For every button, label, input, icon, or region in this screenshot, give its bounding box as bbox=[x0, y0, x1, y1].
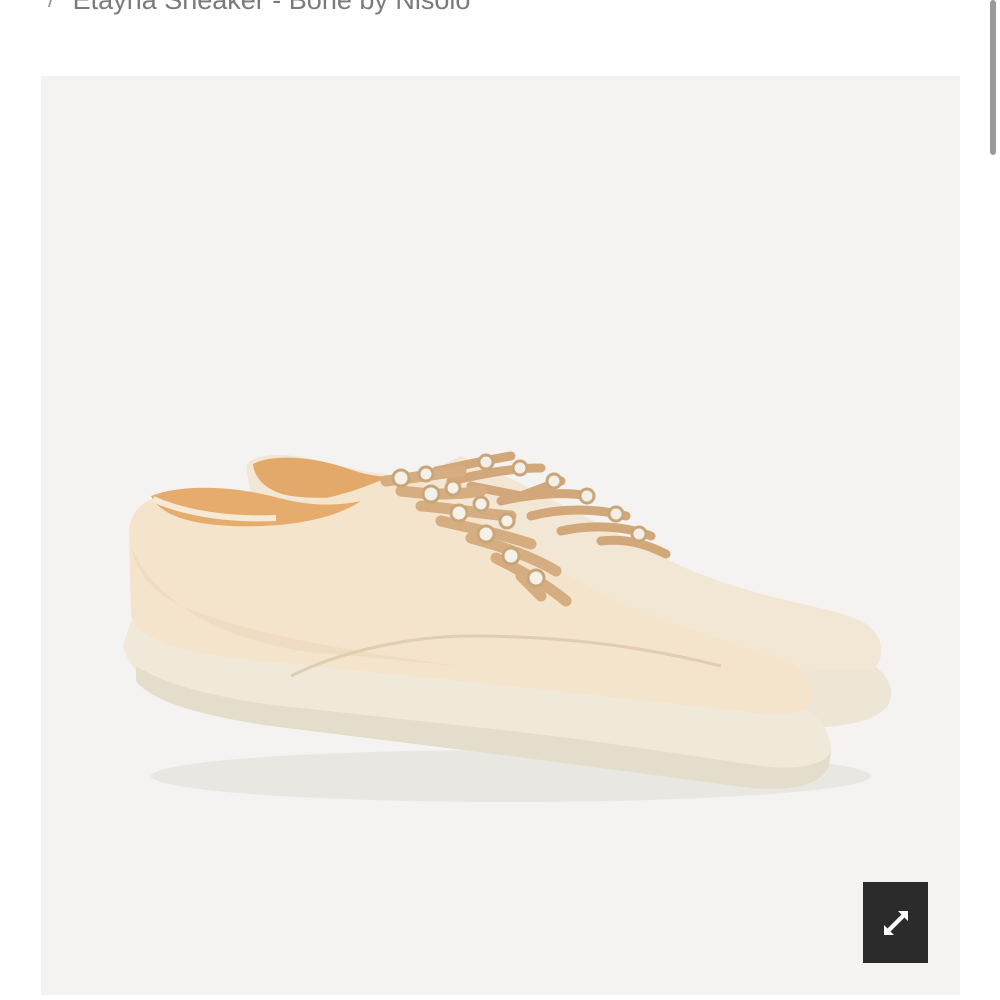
scrollbar[interactable] bbox=[986, 0, 1000, 1000]
product-image[interactable] bbox=[41, 76, 960, 995]
breadcrumb: / Etayna Sneaker - Bone by Nisolo bbox=[48, 0, 470, 16]
scrollbar-thumb[interactable] bbox=[990, 0, 996, 155]
breadcrumb-separator: / bbox=[48, 0, 55, 14]
sneaker-illustration bbox=[123, 451, 892, 802]
expand-icon bbox=[883, 910, 908, 935]
product-page: / Etayna Sneaker - Bone by Nisolo bbox=[0, 0, 1000, 1000]
breadcrumb-current: Etayna Sneaker - Bone by Nisolo bbox=[73, 0, 471, 16]
zoom-button[interactable] bbox=[863, 882, 928, 963]
